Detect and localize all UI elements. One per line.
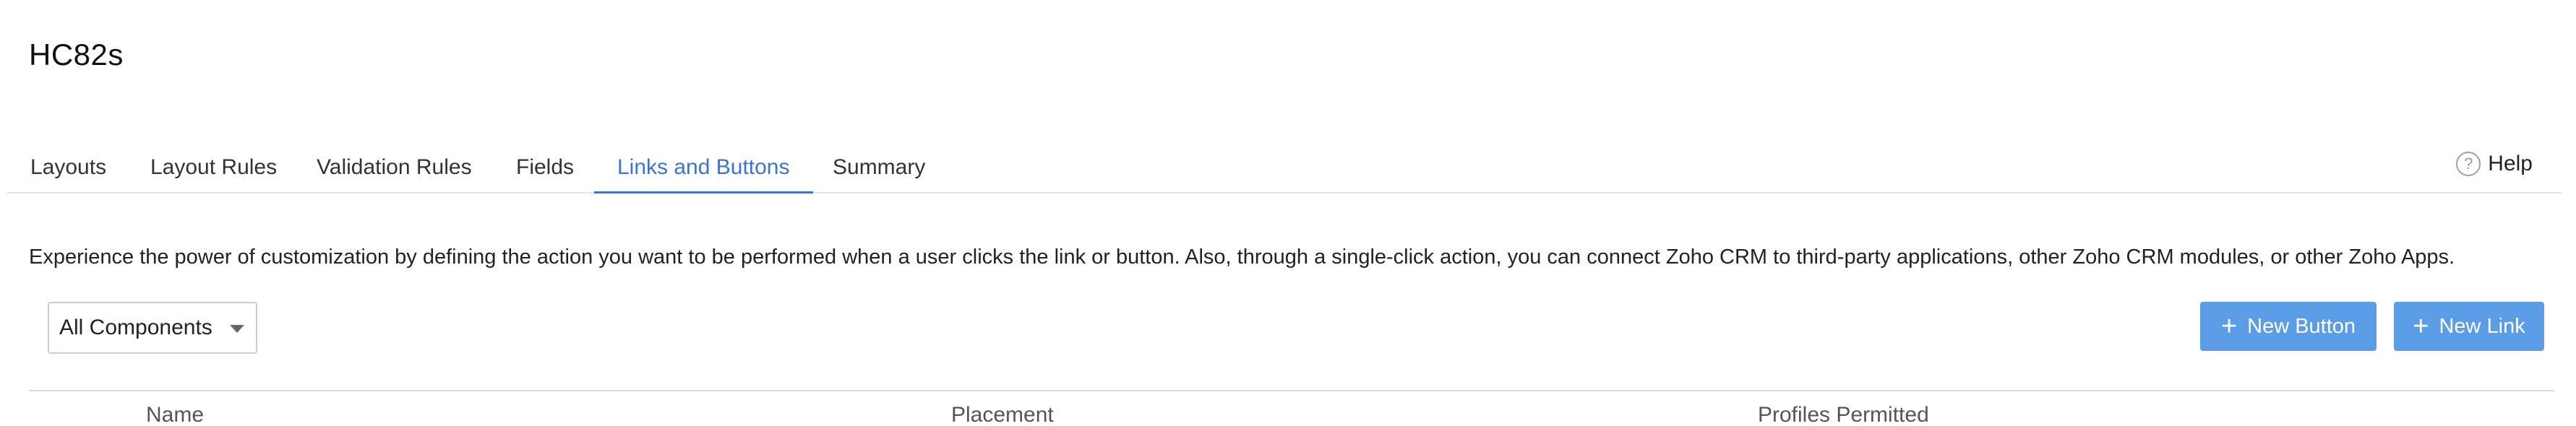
column-header-placement[interactable]: Placement — [951, 403, 1054, 426]
tab-validation-rules[interactable]: Validation Rules — [317, 144, 472, 194]
plus-icon: + — [2413, 311, 2429, 342]
tab-summary[interactable]: Summary — [833, 144, 925, 194]
plus-icon: + — [2220, 311, 2238, 342]
question-circle-icon: ? — [2456, 152, 2481, 176]
help-label: Help — [2488, 152, 2533, 175]
component-filter-select[interactable]: All Components — [48, 302, 257, 354]
tab-fields[interactable]: Fields — [516, 144, 574, 194]
new-button-button[interactable]: + New Button — [2200, 302, 2377, 351]
page-title: HC82s — [29, 38, 124, 71]
component-filter-value: All Components — [59, 316, 212, 339]
page: HC82s Layouts Layout Rules Validation Ru… — [0, 0, 2576, 426]
table-header: Name Placement Profiles Permitted — [29, 390, 2554, 426]
column-header-name[interactable]: Name — [146, 403, 204, 426]
tab-bar: Layouts Layout Rules Validation Rules Fi… — [7, 144, 2562, 194]
chevron-down-icon — [230, 325, 244, 333]
new-button-label: New Button — [2247, 314, 2356, 338]
help-link[interactable]: ? Help — [2456, 152, 2533, 176]
page-description: Experience the power of customization by… — [29, 245, 2455, 269]
tab-layout-rules[interactable]: Layout Rules — [150, 144, 277, 194]
new-link-label: New Link — [2439, 314, 2525, 338]
column-header-profiles-permitted[interactable]: Profiles Permitted — [1758, 403, 1929, 426]
new-link-button[interactable]: + New Link — [2394, 302, 2544, 351]
tab-links-and-buttons[interactable]: Links and Buttons — [594, 144, 813, 194]
tab-layouts[interactable]: Layouts — [30, 144, 106, 194]
